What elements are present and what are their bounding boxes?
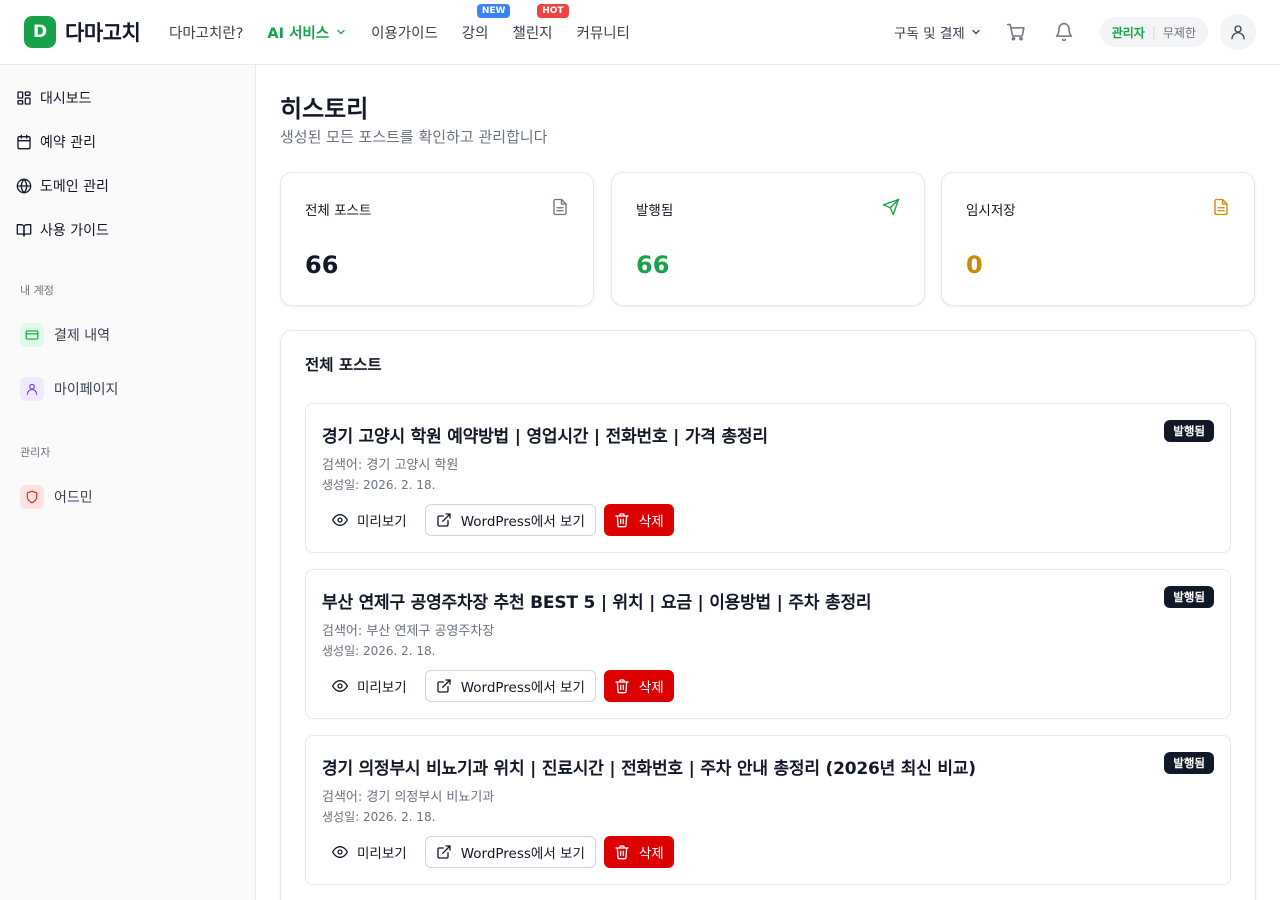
draft-icon	[1214, 198, 1228, 216]
avatar-button[interactable]	[1220, 14, 1256, 50]
post-item: 부산 연제구 공영주차장 추천 BEST 5 | 위치 | 요금 | 이용방법 …	[305, 569, 1231, 719]
stat-value: 66	[305, 251, 339, 279]
shield-icon	[26, 490, 38, 504]
view-on-wordpress-button[interactable]: WordPress에서 보기	[424, 670, 596, 702]
stat-card-draft: 임시저장 0	[941, 172, 1255, 306]
post-actions: 미리보기 WordPress에서 보기 삭제	[322, 836, 682, 868]
nav-about[interactable]: 다마고치란?	[169, 22, 243, 43]
delete-button[interactable]: 삭제	[603, 504, 674, 536]
post-actions: 미리보기 WordPress에서 보기 삭제	[322, 504, 682, 536]
post-item: 경기 고양시 학원 예약방법 | 영업시간 | 전화번호 | 가격 총정리 발행…	[305, 403, 1231, 553]
book-icon	[16, 224, 32, 237]
preview-button[interactable]: 미리보기	[322, 670, 417, 702]
page-subtitle: 생성된 모든 포스트를 확인하고 관리합니다	[280, 128, 548, 146]
nav-lecture[interactable]: 강의 NEW	[462, 3, 511, 43]
post-title: 경기 고양시 학원 예약방법 | 영업시간 | 전화번호 | 가격 총정리	[322, 427, 768, 447]
eye-icon	[332, 514, 348, 526]
logo-mark: D	[24, 16, 56, 48]
preview-button[interactable]: 미리보기	[322, 836, 417, 868]
credit-card-icon	[25, 330, 39, 340]
post-list-panel: 전체 포스트 경기 고양시 학원 예약방법 | 영업시간 | 전화번호 | 가격…	[280, 330, 1256, 900]
nav-ai-services[interactable]: AI 서비스	[267, 22, 347, 43]
stat-card-total: 전체 포스트 66	[280, 172, 594, 306]
plan-label: 무제한	[1162, 25, 1196, 40]
main-nav: 다마고치란? AI 서비스 이용가이드 강의 NEW 챌린지 HOT 커뮤니티	[169, 0, 654, 64]
chevron-down-icon	[337, 29, 345, 35]
nav-community[interactable]: 커뮤니티	[577, 22, 630, 43]
post-title: 경기 의정부시 비뇨기과 위치 | 진료시간 | 전화번호 | 주차 안내 총정…	[322, 759, 976, 779]
role-badge: 관리자 | 무제한	[1099, 17, 1208, 47]
stat-card-published: 발행됨 66	[611, 172, 925, 306]
status-badge: 발행됨	[1164, 752, 1214, 774]
post-keyword: 검색어: 경기 의정부시 비뇨기과	[322, 790, 495, 805]
preview-button[interactable]: 미리보기	[322, 504, 417, 536]
external-link-icon	[437, 513, 451, 527]
stat-label: 임시저장	[966, 203, 1016, 219]
cart-button[interactable]	[1004, 20, 1028, 44]
notifications-button[interactable]	[1052, 20, 1076, 44]
bell-icon	[1055, 22, 1072, 42]
hot-badge: HOT	[537, 3, 569, 18]
post-keyword: 검색어: 부산 연제구 공영주차장	[322, 624, 495, 639]
nav-challenge[interactable]: 챌린지 HOT	[512, 3, 569, 43]
sidebar-section-account: 내 계정	[20, 284, 54, 297]
post-date: 생성일: 2026. 2. 18.	[322, 478, 436, 492]
sidebar-section-admin: 관리자	[20, 446, 51, 459]
sidebar: 대시보드 예약 관리 도메인 관리 사용 가이드 내 계정 결제 내역 마이페이…	[0, 65, 256, 900]
eye-icon	[332, 846, 348, 858]
user-icon	[1231, 25, 1245, 40]
post-date: 생성일: 2026. 2. 18.	[322, 644, 436, 658]
post-date: 생성일: 2026. 2. 18.	[322, 810, 436, 824]
sidebar-item-mypage[interactable]: 마이페이지	[20, 377, 118, 401]
new-badge: NEW	[476, 3, 511, 18]
trash-icon	[615, 513, 629, 528]
file-icon	[553, 198, 567, 216]
post-item: 경기 의정부시 비뇨기과 위치 | 진료시간 | 전화번호 | 주차 안내 총정…	[305, 735, 1231, 885]
subscription-menu[interactable]: 구독 및 결제	[894, 22, 982, 42]
globe-icon	[16, 178, 32, 194]
sidebar-item-dashboard[interactable]: 대시보드	[16, 88, 92, 108]
post-keyword: 검색어: 경기 고양시 학원	[322, 458, 459, 473]
external-link-icon	[437, 845, 451, 859]
main-content: 히스토리 생성된 모든 포스트를 확인하고 관리합니다 전체 포스트 66 발행…	[256, 65, 1280, 900]
trash-icon	[615, 679, 629, 694]
sidebar-item-reservations[interactable]: 예약 관리	[16, 132, 96, 152]
external-link-icon	[437, 679, 451, 693]
calendar-icon	[17, 134, 31, 150]
sidebar-item-admin[interactable]: 어드민	[20, 485, 93, 509]
view-on-wordpress-button[interactable]: WordPress에서 보기	[424, 504, 596, 536]
status-badge: 발행됨	[1164, 586, 1214, 608]
top-header: D 다마고치 다마고치란? AI 서비스 이용가이드 강의 NEW 챌린지 HO…	[0, 0, 1280, 65]
eye-icon	[332, 680, 348, 692]
stat-value: 0	[966, 251, 983, 279]
post-actions: 미리보기 WordPress에서 보기 삭제	[322, 670, 682, 702]
dashboard-icon	[17, 91, 31, 105]
logo[interactable]: D 다마고치	[24, 16, 141, 48]
nav-guide[interactable]: 이용가이드	[371, 22, 438, 43]
post-list-title: 전체 포스트	[305, 356, 382, 374]
status-badge: 발행됨	[1164, 420, 1214, 442]
sidebar-item-payments[interactable]: 결제 내역	[20, 323, 110, 347]
post-title: 부산 연제구 공영주차장 추천 BEST 5 | 위치 | 요금 | 이용방법 …	[322, 593, 872, 613]
sidebar-item-domains[interactable]: 도메인 관리	[16, 176, 109, 196]
trash-icon	[615, 845, 629, 860]
stat-value: 66	[636, 251, 670, 279]
stat-label: 발행됨	[636, 203, 674, 219]
stat-label: 전체 포스트	[305, 203, 372, 219]
page-title: 히스토리	[280, 95, 369, 123]
delete-button[interactable]: 삭제	[603, 836, 674, 868]
sidebar-item-guide[interactable]: 사용 가이드	[16, 220, 109, 240]
role-label: 관리자	[1111, 25, 1145, 40]
logo-text: 다마고치	[65, 21, 141, 45]
chevron-down-icon	[972, 29, 980, 35]
user-icon	[26, 383, 38, 395]
header-actions: 구독 및 결제 관리자 | 무제한	[894, 0, 1256, 64]
view-on-wordpress-button[interactable]: WordPress에서 보기	[424, 836, 596, 868]
delete-button[interactable]: 삭제	[603, 670, 674, 702]
send-icon	[882, 198, 900, 216]
cart-icon	[1006, 23, 1025, 41]
